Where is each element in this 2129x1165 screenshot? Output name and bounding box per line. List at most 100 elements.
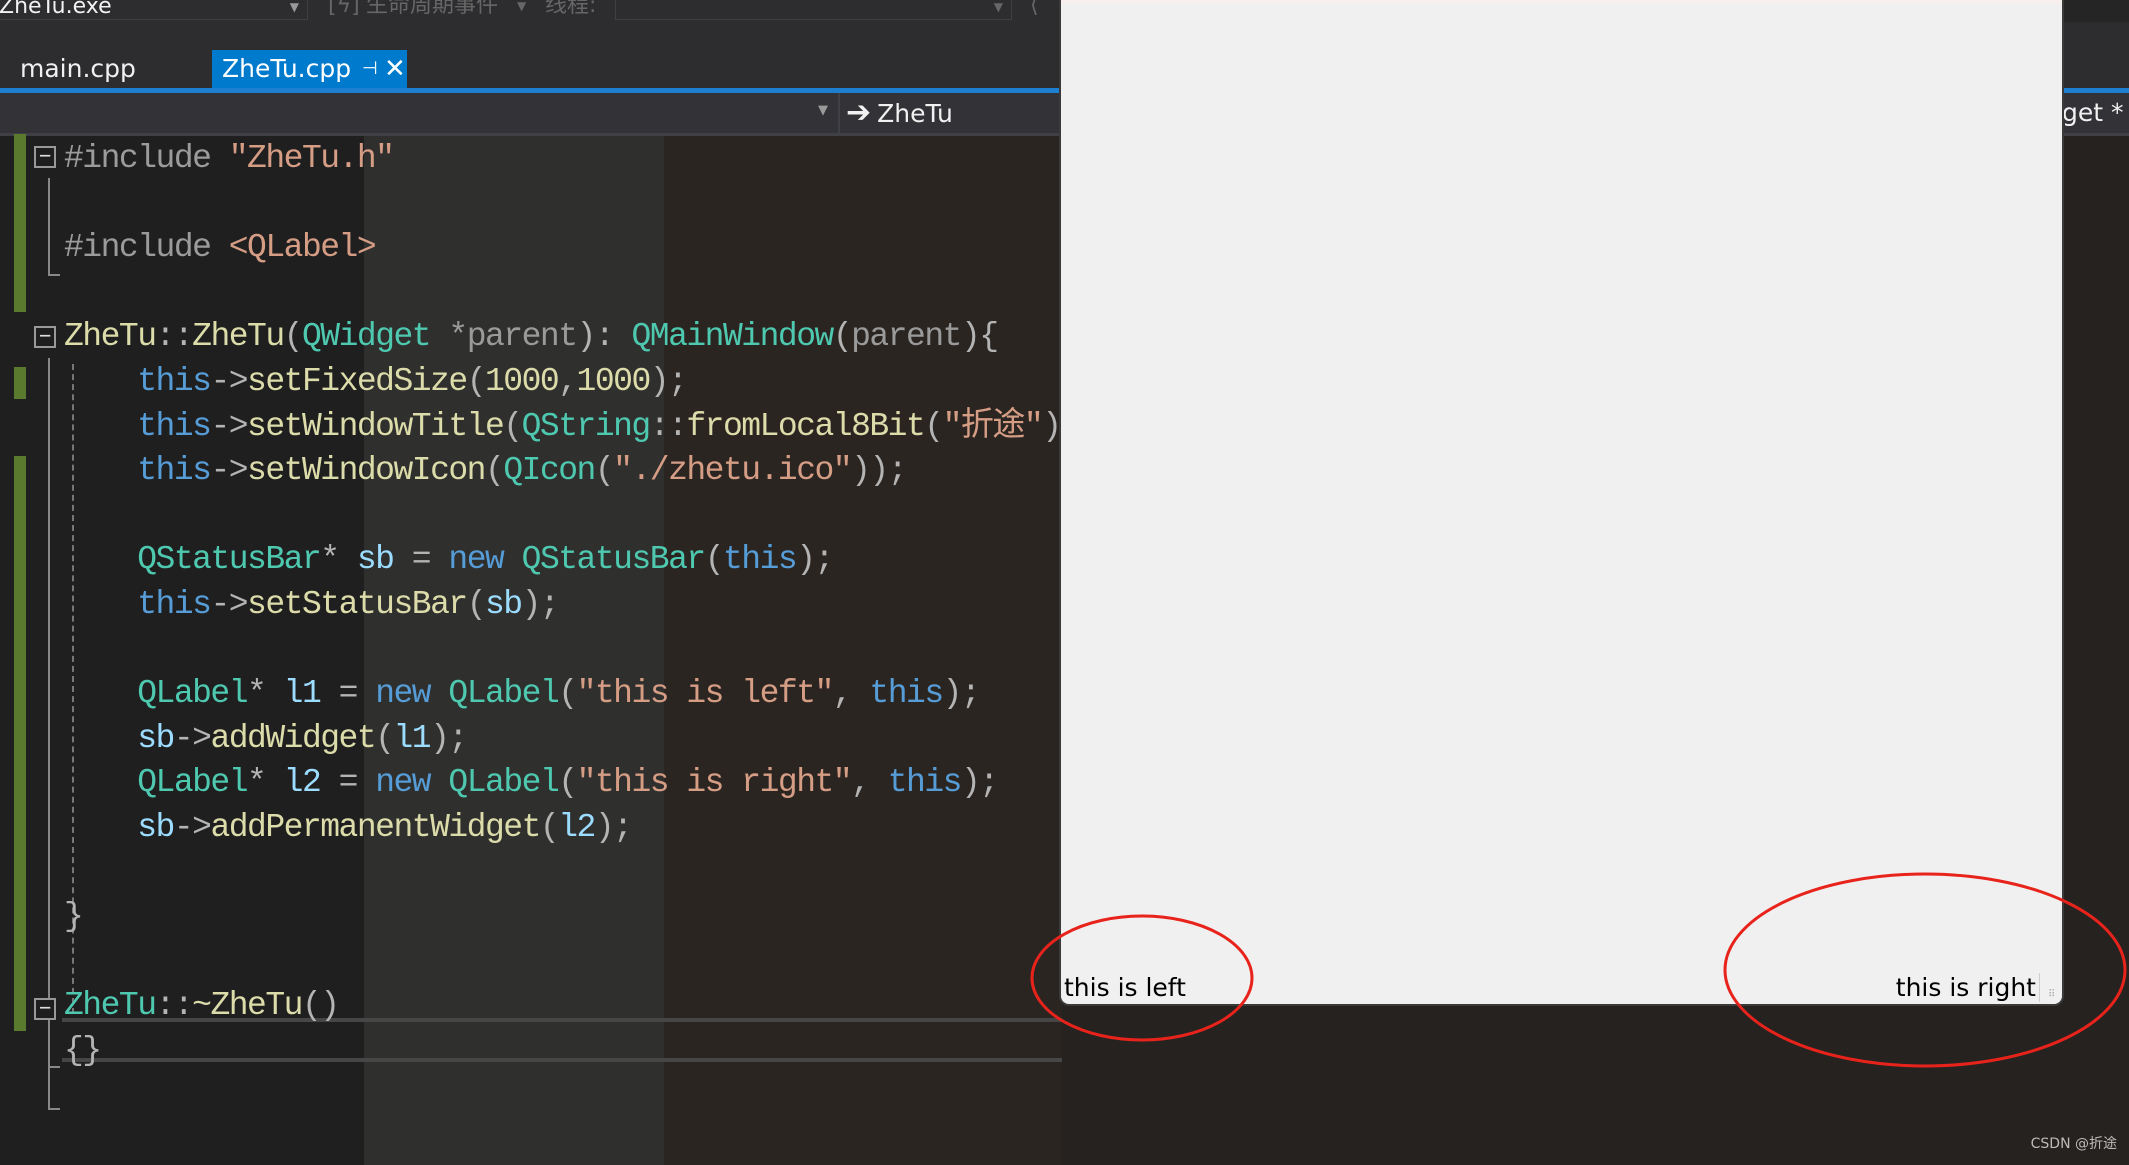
code-line[interactable]: QStatusBar* sb = new QStatusBar(this); [64,537,834,582]
code-token: QStatusBar [137,541,322,579]
right-dropdown[interactable]: get * [2062,93,2124,133]
code-line[interactable]: ZheTu::~ZheTu() [64,983,340,1028]
code-token: QString [521,407,652,445]
code-token: ( [832,318,853,356]
code-token: QStatusBar [521,541,707,579]
code-token: sb [485,586,523,623]
code-token: * [247,675,284,713]
code-token: ( [539,809,560,846]
code-token: new [375,764,431,802]
code-token: sb [137,719,175,757]
code-line[interactable]: QLabel* l2 = new QLabel("this is right",… [64,760,999,805]
collapse-icon[interactable]: − [34,145,56,168]
code-token: QIcon [503,452,596,490]
outline-guide [48,178,50,276]
code-token: sb [356,541,395,579]
code-token: this [137,586,212,623]
code-line[interactable]: sb->addWidget(l1); [64,716,468,761]
watermark: CSDN @折途 [2030,1136,2117,1152]
close-icon[interactable]: ✕ [384,50,406,88]
code-editor[interactable]: − − − #include "ZheTu.h" #include <QLabel… [0,134,1099,1165]
thread-combo[interactable]: ▼ [615,0,1012,20]
code-line[interactable]: {} [64,1028,102,1073]
member-dropdown[interactable]: ➔ ZheTu [846,93,953,133]
code-token: QLabel [448,675,559,713]
lifecycle-events-button[interactable]: 生命周期事件 [366,0,498,18]
code-token: this [723,541,798,579]
code-line[interactable]: this->setFixedSize(1000,1000); [64,359,688,404]
code-token: setWindowTitle [247,407,505,445]
code-token: -> [210,452,248,490]
tab-main-cpp[interactable]: main.cpp [10,50,146,88]
code-token: ( [558,764,578,802]
code-token: this [887,764,963,802]
code-token: ); [796,541,834,579]
code-token: *parent [430,318,578,356]
code-token: new [375,675,431,713]
code-token: this [137,363,212,400]
code-token: l2 [558,809,596,846]
code-token: ): [576,318,632,356]
startup-target-combo[interactable]: ZheTu.exe ▼ [0,0,308,20]
code-token: ); [594,809,633,846]
code-token: ( [503,407,523,445]
code-line[interactable]: ZheTu::ZheTu(QWidget *parent): QMainWind… [64,314,999,359]
member-value: ZheTu [877,99,953,128]
code-token: * [320,541,357,579]
stack-frame-icon[interactable]: ⟨ [1030,0,1039,18]
chevron-down-icon: ▼ [818,103,828,118]
code-token: } [64,898,84,936]
code-token: "ZheTu.h" [228,140,395,177]
status-label-left: this is left [1064,973,1186,1002]
code-token: setFixedSize [247,363,468,400]
code-token: ZheTu [64,987,157,1025]
collapse-icon[interactable]: − [34,997,56,1020]
tab-label: ZheTu.cpp [222,54,352,83]
code-token: :: [155,987,194,1025]
code-token: this [137,407,212,445]
pin-icon[interactable]: ⊣ [362,50,378,88]
code-token: ( [485,452,505,490]
chevron-down-icon[interactable]: ▼ [517,0,526,18]
code-token: -> [210,363,248,400]
code-token: ( [558,675,578,713]
code-token: sb [137,809,175,846]
code-line[interactable]: } [64,894,84,939]
change-indicator [14,134,26,312]
code-token: = [320,675,376,713]
window-title-bar-edge [1061,0,2062,4]
code-token: ( [704,541,725,579]
code-token: ); [649,363,688,400]
code-line[interactable]: this->setWindowIcon(QIcon("./zhetu.ico")… [64,448,907,493]
code-token: ){ [960,318,999,356]
lightning-icon: [ϟ] [328,0,360,18]
code-line[interactable]: this->setStatusBar(sb); [64,582,559,627]
code-line[interactable]: QLabel* l1 = new QLabel("this is left", … [64,671,981,716]
tab-zhetu-cpp[interactable]: ZheTu.cpp ⊣ ✕ [212,50,407,88]
code-line[interactable]: #include <QLabel> [64,225,377,270]
code-token: QLabel [137,764,248,802]
code-token: addWidget [210,719,376,757]
code-token: :: [649,407,688,445]
code-token: , [851,764,888,802]
code-token: ); [942,675,981,713]
code-token: 1000 [485,363,560,400]
code-token: = [320,764,376,802]
qt-main-window[interactable]: this is left this is right ⠿ [1061,0,2062,1004]
size-grip-icon[interactable]: ⠿ [2048,990,2058,1000]
code-token: l2 [283,764,322,802]
code-token: ~ZheTu [192,987,303,1025]
code-line[interactable]: this->setWindowTitle(QString::fromLocal8… [64,404,1098,449]
code-line[interactable]: #include "ZheTu.h" [64,136,395,181]
code-token: parent [851,318,962,356]
scope-dropdown[interactable]: ▼ [0,93,840,133]
code-line[interactable]: sb->addPermanentWidget(l2); [64,805,633,850]
collapse-icon[interactable]: − [34,325,56,348]
chevron-down-icon: ▼ [993,0,1003,14]
